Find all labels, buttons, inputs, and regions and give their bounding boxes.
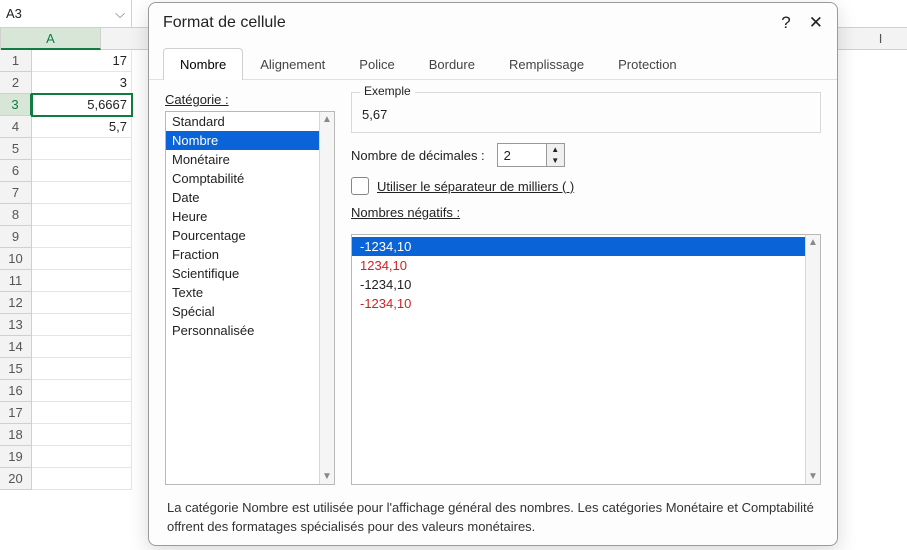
cell[interactable]: 3 bbox=[32, 72, 132, 94]
category-item[interactable]: Monétaire bbox=[166, 150, 334, 169]
row-header[interactable]: 11 bbox=[0, 270, 32, 292]
cell[interactable] bbox=[32, 204, 132, 226]
row-header[interactable]: 7 bbox=[0, 182, 32, 204]
negative-list[interactable]: -1234,101234,10-1234,10-1234,10 ▲▼ bbox=[351, 234, 821, 485]
tab-protection[interactable]: Protection bbox=[601, 48, 694, 80]
row-header[interactable]: 9 bbox=[0, 226, 32, 248]
row-header[interactable]: 18 bbox=[0, 424, 32, 446]
cell[interactable]: 5,6667 bbox=[32, 94, 132, 116]
cell[interactable] bbox=[32, 292, 132, 314]
negative-item[interactable]: -1234,10 bbox=[352, 294, 820, 313]
category-item[interactable]: Comptabilité bbox=[166, 169, 334, 188]
cell[interactable] bbox=[32, 468, 132, 490]
row-header[interactable]: 5 bbox=[0, 138, 32, 160]
dialog-title: Format de cellule bbox=[163, 14, 286, 32]
cell[interactable] bbox=[32, 182, 132, 204]
decimals-input[interactable] bbox=[498, 144, 546, 166]
tab-bordure[interactable]: Bordure bbox=[412, 48, 492, 80]
cell[interactable] bbox=[32, 270, 132, 292]
scroll-up-icon[interactable]: ▲ bbox=[808, 237, 818, 248]
column-header-i[interactable]: I bbox=[831, 28, 907, 50]
category-item[interactable]: Date bbox=[166, 188, 334, 207]
negative-label: Nombres négatifs : bbox=[351, 205, 821, 220]
category-item[interactable]: Texte bbox=[166, 283, 334, 302]
negative-item[interactable]: 1234,10 bbox=[352, 256, 820, 275]
close-button[interactable]: ✕ bbox=[809, 13, 823, 33]
name-box-value: A3 bbox=[6, 6, 22, 21]
description-text: La catégorie Nombre est utilisée pour l'… bbox=[165, 485, 821, 541]
row-header[interactable]: 14 bbox=[0, 336, 32, 358]
category-item[interactable]: Fraction bbox=[166, 245, 334, 264]
decimals-spinner[interactable]: ▲▼ bbox=[497, 143, 565, 167]
tab-strip: NombreAlignementPoliceBordureRemplissage… bbox=[149, 43, 837, 80]
row-header[interactable]: 1 bbox=[0, 50, 32, 72]
category-item[interactable]: Scientifique bbox=[166, 264, 334, 283]
tab-police[interactable]: Police bbox=[342, 48, 411, 80]
cell[interactable] bbox=[32, 160, 132, 182]
decimals-label: Nombre de décimales : bbox=[351, 148, 485, 163]
scrollbar[interactable]: ▲▼ bbox=[319, 112, 334, 484]
scroll-down-icon[interactable]: ▼ bbox=[322, 471, 332, 482]
row-header[interactable]: 19 bbox=[0, 446, 32, 468]
row-header[interactable]: 16 bbox=[0, 380, 32, 402]
row-header[interactable]: 10 bbox=[0, 248, 32, 270]
row-header[interactable]: 8 bbox=[0, 204, 32, 226]
cell[interactable] bbox=[32, 226, 132, 248]
category-item[interactable]: Nombre bbox=[166, 131, 334, 150]
scrollbar[interactable]: ▲▼ bbox=[805, 235, 820, 484]
help-button[interactable]: ? bbox=[781, 13, 790, 33]
cell[interactable] bbox=[32, 248, 132, 270]
category-item[interactable]: Heure bbox=[166, 207, 334, 226]
category-item[interactable]: Standard bbox=[166, 112, 334, 131]
tab-remplissage[interactable]: Remplissage bbox=[492, 48, 601, 80]
spinner-down-icon[interactable]: ▼ bbox=[547, 155, 564, 166]
dialog-titlebar: Format de cellule ? ✕ bbox=[149, 3, 837, 43]
row-header[interactable]: 20 bbox=[0, 468, 32, 490]
example-group: Exemple 5,67 bbox=[351, 92, 821, 133]
row-header[interactable]: 17 bbox=[0, 402, 32, 424]
tab-alignement[interactable]: Alignement bbox=[243, 48, 342, 80]
negative-item[interactable]: -1234,10 bbox=[352, 237, 820, 256]
cell[interactable] bbox=[32, 358, 132, 380]
row-header[interactable]: 2 bbox=[0, 72, 32, 94]
negative-item[interactable]: -1234,10 bbox=[352, 275, 820, 294]
row-header[interactable]: 12 bbox=[0, 292, 32, 314]
example-value: 5,67 bbox=[362, 99, 810, 122]
thousands-label: Utiliser le séparateur de milliers ( ) bbox=[377, 179, 574, 194]
scroll-up-icon[interactable]: ▲ bbox=[322, 114, 332, 125]
row-header[interactable]: 6 bbox=[0, 160, 32, 182]
category-item[interactable]: Pourcentage bbox=[166, 226, 334, 245]
cell[interactable] bbox=[32, 336, 132, 358]
format-cells-dialog: Format de cellule ? ✕ NombreAlignementPo… bbox=[148, 2, 838, 546]
row-header[interactable]: 13 bbox=[0, 314, 32, 336]
name-box[interactable]: A3 ⌵ bbox=[0, 0, 132, 27]
category-label: Catégorie : bbox=[165, 92, 335, 107]
example-label: Exemple bbox=[360, 84, 415, 98]
cell[interactable] bbox=[32, 314, 132, 336]
scroll-down-icon[interactable]: ▼ bbox=[808, 471, 818, 482]
cell[interactable]: 5,7 bbox=[32, 116, 132, 138]
category-item[interactable]: Spécial bbox=[166, 302, 334, 321]
column-header-a[interactable]: A bbox=[1, 28, 101, 50]
row-header[interactable]: 4 bbox=[0, 116, 32, 138]
tab-nombre[interactable]: Nombre bbox=[163, 48, 243, 80]
row-header[interactable]: 3 bbox=[0, 94, 32, 116]
category-list[interactable]: StandardNombreMonétaireComptabilitéDateH… bbox=[165, 111, 335, 485]
thousands-checkbox[interactable] bbox=[351, 177, 369, 195]
cell[interactable] bbox=[32, 380, 132, 402]
cell[interactable] bbox=[32, 446, 132, 468]
category-item[interactable]: Personnalisée bbox=[166, 321, 334, 340]
chevron-down-icon[interactable]: ⌵ bbox=[115, 6, 125, 22]
spinner-up-icon[interactable]: ▲ bbox=[547, 144, 564, 155]
cell[interactable] bbox=[32, 138, 132, 160]
cell[interactable]: 17 bbox=[32, 50, 132, 72]
cell[interactable] bbox=[32, 402, 132, 424]
cell[interactable] bbox=[32, 424, 132, 446]
row-header[interactable]: 15 bbox=[0, 358, 32, 380]
